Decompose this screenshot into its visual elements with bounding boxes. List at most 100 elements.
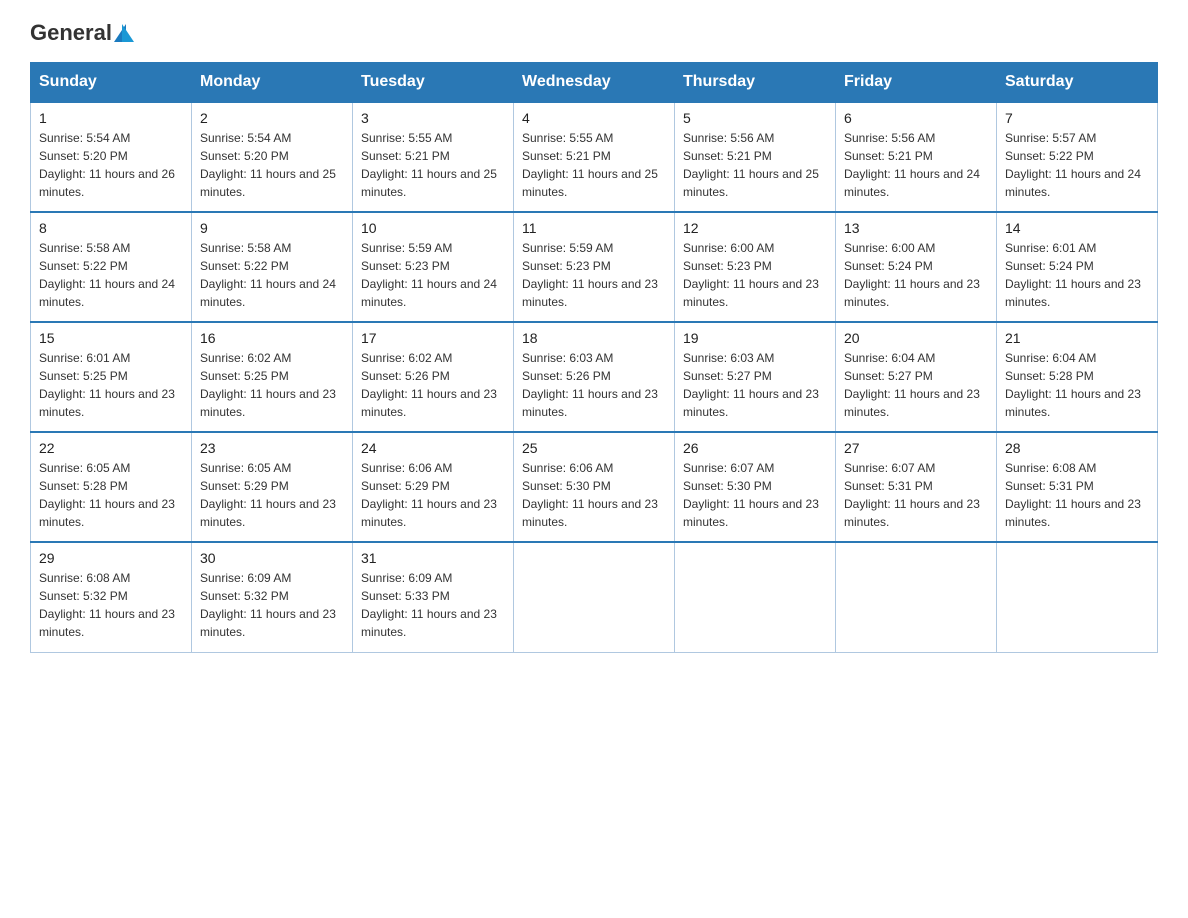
header: General bbox=[30, 20, 1158, 44]
day-info: Sunrise: 6:02 AMSunset: 5:25 PMDaylight:… bbox=[200, 349, 344, 421]
day-info: Sunrise: 6:07 AMSunset: 5:30 PMDaylight:… bbox=[683, 459, 827, 531]
day-number: 29 bbox=[39, 550, 183, 566]
calendar-day-cell: 18 Sunrise: 6:03 AMSunset: 5:26 PMDayligh… bbox=[514, 322, 675, 432]
day-number: 26 bbox=[683, 440, 827, 456]
day-info: Sunrise: 6:00 AMSunset: 5:24 PMDaylight:… bbox=[844, 239, 988, 311]
day-number: 22 bbox=[39, 440, 183, 456]
day-number: 3 bbox=[361, 110, 505, 126]
day-number: 5 bbox=[683, 110, 827, 126]
day-number: 18 bbox=[522, 330, 666, 346]
calendar-day-cell: 21Sunrise: 6:04 AMSunset: 5:28 PMDayligh… bbox=[997, 322, 1158, 432]
day-number: 16 bbox=[200, 330, 344, 346]
day-number: 19 bbox=[683, 330, 827, 346]
calendar-day-cell: 2 Sunrise: 5:54 AMSunset: 5:20 PMDaylight… bbox=[192, 102, 353, 212]
day-number: 2 bbox=[200, 110, 344, 126]
calendar-day-cell: 25 Sunrise: 6:06 AMSunset: 5:30 PMDayligh… bbox=[514, 432, 675, 542]
day-info: Sunrise: 5:55 AMSunset: 5:21 PMDaylight:… bbox=[361, 129, 505, 201]
day-number: 30 bbox=[200, 550, 344, 566]
weekday-header-wednesday: Wednesday bbox=[514, 63, 675, 103]
calendar-day-cell: 28 Sunrise: 6:08 AMSunset: 5:31 PMDayligh… bbox=[997, 432, 1158, 542]
day-number: 27 bbox=[844, 440, 988, 456]
day-info: Sunrise: 5:58 AMSunset: 5:22 PMDaylight:… bbox=[39, 239, 183, 311]
calendar-day-cell bbox=[997, 542, 1158, 652]
calendar-day-cell: 19 Sunrise: 6:03 AMSunset: 5:27 PMDayligh… bbox=[675, 322, 836, 432]
logo-triangle2-icon bbox=[122, 24, 134, 42]
day-number: 12 bbox=[683, 220, 827, 236]
day-number: 11 bbox=[522, 220, 666, 236]
calendar-day-cell: 17Sunrise: 6:02 AMSunset: 5:26 PMDayligh… bbox=[353, 322, 514, 432]
day-number: 20 bbox=[844, 330, 988, 346]
weekday-header-tuesday: Tuesday bbox=[353, 63, 514, 103]
calendar-day-cell: 23 Sunrise: 6:05 AMSunset: 5:29 PMDayligh… bbox=[192, 432, 353, 542]
calendar-day-cell: 8 Sunrise: 5:58 AMSunset: 5:22 PMDaylight… bbox=[31, 212, 192, 322]
day-info: Sunrise: 6:05 AMSunset: 5:29 PMDaylight:… bbox=[200, 459, 344, 531]
calendar-day-cell: 15 Sunrise: 6:01 AMSunset: 5:25 PMDayligh… bbox=[31, 322, 192, 432]
day-info: Sunrise: 6:04 AMSunset: 5:28 PMDaylight:… bbox=[1005, 349, 1149, 421]
calendar-day-cell: 1 Sunrise: 5:54 AMSunset: 5:20 PMDaylight… bbox=[31, 102, 192, 212]
calendar-day-cell bbox=[514, 542, 675, 652]
day-info: Sunrise: 6:09 AMSunset: 5:33 PMDaylight:… bbox=[361, 569, 505, 641]
day-number: 15 bbox=[39, 330, 183, 346]
calendar-week-row: 22 Sunrise: 6:05 AMSunset: 5:28 PMDayligh… bbox=[31, 432, 1158, 542]
calendar-day-cell: 27 Sunrise: 6:07 AMSunset: 5:31 PMDayligh… bbox=[836, 432, 997, 542]
day-info: Sunrise: 6:04 AMSunset: 5:27 PMDaylight:… bbox=[844, 349, 988, 421]
calendar-day-cell: 13Sunrise: 6:00 AMSunset: 5:24 PMDayligh… bbox=[836, 212, 997, 322]
day-info: Sunrise: 6:09 AMSunset: 5:32 PMDaylight:… bbox=[200, 569, 344, 641]
calendar-day-cell bbox=[836, 542, 997, 652]
day-number: 10 bbox=[361, 220, 505, 236]
calendar-day-cell: 30 Sunrise: 6:09 AMSunset: 5:32 PMDayligh… bbox=[192, 542, 353, 652]
weekday-header-row: SundayMondayTuesdayWednesdayThursdayFrid… bbox=[31, 63, 1158, 103]
calendar-day-cell: 22 Sunrise: 6:05 AMSunset: 5:28 PMDayligh… bbox=[31, 432, 192, 542]
logo: General bbox=[30, 20, 134, 44]
calendar-day-cell: 29 Sunrise: 6:08 AMSunset: 5:32 PMDayligh… bbox=[31, 542, 192, 652]
calendar-day-cell: 20 Sunrise: 6:04 AMSunset: 5:27 PMDayligh… bbox=[836, 322, 997, 432]
calendar-day-cell: 14Sunrise: 6:01 AMSunset: 5:24 PMDayligh… bbox=[997, 212, 1158, 322]
day-number: 4 bbox=[522, 110, 666, 126]
day-number: 25 bbox=[522, 440, 666, 456]
day-info: Sunrise: 6:01 AMSunset: 5:25 PMDaylight:… bbox=[39, 349, 183, 421]
day-info: Sunrise: 5:58 AMSunset: 5:22 PMDaylight:… bbox=[200, 239, 344, 311]
day-info: Sunrise: 6:07 AMSunset: 5:31 PMDaylight:… bbox=[844, 459, 988, 531]
calendar-week-row: 29 Sunrise: 6:08 AMSunset: 5:32 PMDayligh… bbox=[31, 542, 1158, 652]
weekday-header-friday: Friday bbox=[836, 63, 997, 103]
day-info: Sunrise: 6:08 AMSunset: 5:32 PMDaylight:… bbox=[39, 569, 183, 641]
day-info: Sunrise: 5:54 AMSunset: 5:20 PMDaylight:… bbox=[200, 129, 344, 201]
calendar-day-cell: 31 Sunrise: 6:09 AMSunset: 5:33 PMDayligh… bbox=[353, 542, 514, 652]
calendar-day-cell: 4Sunrise: 5:55 AMSunset: 5:21 PMDaylight… bbox=[514, 102, 675, 212]
day-number: 8 bbox=[39, 220, 183, 236]
weekday-header-saturday: Saturday bbox=[997, 63, 1158, 103]
calendar-day-cell: 9 Sunrise: 5:58 AMSunset: 5:22 PMDaylight… bbox=[192, 212, 353, 322]
day-number: 24 bbox=[361, 440, 505, 456]
calendar-day-cell: 16 Sunrise: 6:02 AMSunset: 5:25 PMDayligh… bbox=[192, 322, 353, 432]
calendar-day-cell: 12 Sunrise: 6:00 AMSunset: 5:23 PMDayligh… bbox=[675, 212, 836, 322]
calendar-day-cell: 7 Sunrise: 5:57 AMSunset: 5:22 PMDaylight… bbox=[997, 102, 1158, 212]
day-info: Sunrise: 6:08 AMSunset: 5:31 PMDaylight:… bbox=[1005, 459, 1149, 531]
day-info: Sunrise: 6:05 AMSunset: 5:28 PMDaylight:… bbox=[39, 459, 183, 531]
calendar-day-cell: 10 Sunrise: 5:59 AMSunset: 5:23 PMDayligh… bbox=[353, 212, 514, 322]
calendar-day-cell: 11 Sunrise: 5:59 AMSunset: 5:23 PMDayligh… bbox=[514, 212, 675, 322]
calendar-day-cell: 6Sunrise: 5:56 AMSunset: 5:21 PMDaylight… bbox=[836, 102, 997, 212]
calendar-day-cell: 5Sunrise: 5:56 AMSunset: 5:21 PMDaylight… bbox=[675, 102, 836, 212]
calendar-table: SundayMondayTuesdayWednesdayThursdayFrid… bbox=[30, 62, 1158, 653]
day-number: 31 bbox=[361, 550, 505, 566]
day-info: Sunrise: 6:03 AMSunset: 5:26 PMDaylight:… bbox=[522, 349, 666, 421]
day-info: Sunrise: 6:01 AMSunset: 5:24 PMDaylight:… bbox=[1005, 239, 1149, 311]
day-info: Sunrise: 5:59 AMSunset: 5:23 PMDaylight:… bbox=[361, 239, 505, 311]
day-info: Sunrise: 6:00 AMSunset: 5:23 PMDaylight:… bbox=[683, 239, 827, 311]
calendar-day-cell: 24 Sunrise: 6:06 AMSunset: 5:29 PMDayligh… bbox=[353, 432, 514, 542]
day-info: Sunrise: 6:02 AMSunset: 5:26 PMDaylight:… bbox=[361, 349, 505, 421]
calendar-day-cell: 26 Sunrise: 6:07 AMSunset: 5:30 PMDayligh… bbox=[675, 432, 836, 542]
day-info: Sunrise: 6:06 AMSunset: 5:29 PMDaylight:… bbox=[361, 459, 505, 531]
day-number: 1 bbox=[39, 110, 183, 126]
day-info: Sunrise: 6:03 AMSunset: 5:27 PMDaylight:… bbox=[683, 349, 827, 421]
day-info: Sunrise: 5:59 AMSunset: 5:23 PMDaylight:… bbox=[522, 239, 666, 311]
day-info: Sunrise: 5:57 AMSunset: 5:22 PMDaylight:… bbox=[1005, 129, 1149, 201]
day-number: 23 bbox=[200, 440, 344, 456]
day-info: Sunrise: 5:54 AMSunset: 5:20 PMDaylight:… bbox=[39, 129, 183, 201]
day-number: 9 bbox=[200, 220, 344, 236]
logo-general-text: General bbox=[30, 20, 112, 46]
day-info: Sunrise: 6:06 AMSunset: 5:30 PMDaylight:… bbox=[522, 459, 666, 531]
calendar-day-cell bbox=[675, 542, 836, 652]
day-number: 28 bbox=[1005, 440, 1149, 456]
day-number: 7 bbox=[1005, 110, 1149, 126]
